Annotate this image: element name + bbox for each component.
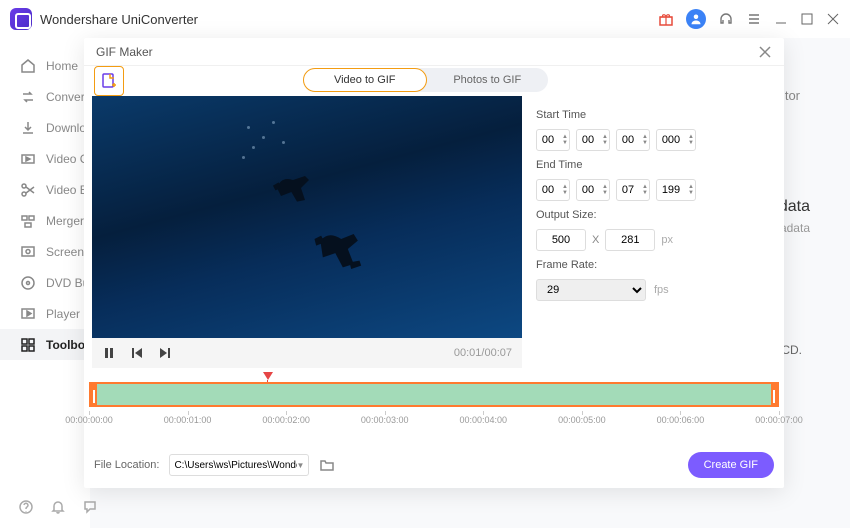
sidebar-label: Home <box>46 59 78 73</box>
sidebar-item-toolbox[interactable]: Toolbox <box>0 329 90 360</box>
sidebar-item-dvd[interactable]: DVD Burner <box>0 267 90 298</box>
stepper-buttons[interactable]: ▲▼ <box>642 134 648 146</box>
sidebar: Home Converter Downloader Video Compress… <box>0 38 90 528</box>
gift-icon[interactable] <box>658 11 674 27</box>
video-preview-area: 00:01/00:07 <box>92 96 522 368</box>
sidebar-item-editor[interactable]: Video Editor <box>0 174 90 205</box>
mode-tabs: Video to GIF Photos to GIF <box>303 68 548 92</box>
timeline-tick-label: 00:00:01:00 <box>164 415 212 425</box>
sidebar-item-downloader[interactable]: Downloader <box>0 112 90 143</box>
backdrop-text: tor <box>785 88 800 103</box>
headset-icon[interactable] <box>718 11 734 27</box>
timeline-tick-label: 00:00:00:00 <box>65 415 113 425</box>
end-time-label: End Time <box>536 159 776 171</box>
stepper-buttons[interactable]: ▲▼ <box>602 134 608 146</box>
file-location-select[interactable]: C:\Users\ws\Pictures\Wonders ▼ <box>169 454 309 476</box>
timeline-track[interactable] <box>89 382 779 407</box>
file-location-path: C:\Users\ws\Pictures\Wonders <box>174 460 296 471</box>
stepper-buttons[interactable]: ▲▼ <box>562 184 568 196</box>
title-bar: Wondershare UniConverter <box>0 0 850 38</box>
timeline: 00:00:00:0000:00:01:0000:00:02:0000:00:0… <box>89 382 779 433</box>
frame-rate-unit: fps <box>654 284 669 296</box>
playback-time: 00:01/00:07 <box>454 347 512 359</box>
timeline-tick-label: 00:00:05:00 <box>558 415 606 425</box>
app-logo-icon <box>10 8 32 30</box>
sidebar-item-merger[interactable]: Merger <box>0 205 90 236</box>
timeline-tick-label: 00:00:02:00 <box>262 415 310 425</box>
size-separator: X <box>592 234 599 246</box>
frame-rate-label: Frame Rate: <box>536 259 776 271</box>
timeline-tick-label: 00:00:06:00 <box>657 415 705 425</box>
help-icon[interactable] <box>18 499 34 520</box>
toolbox-icon <box>20 337 36 353</box>
output-width-input[interactable] <box>536 229 586 251</box>
maximize-button[interactable] <box>800 12 814 26</box>
bell-icon[interactable] <box>50 499 66 520</box>
playhead-icon[interactable] <box>263 372 273 380</box>
sidebar-label: Player <box>46 307 80 321</box>
timeline-tick-label: 00:00:03:00 <box>361 415 409 425</box>
timeline-tick-label: 00:00:04:00 <box>460 415 508 425</box>
compressor-icon <box>20 151 36 167</box>
app-title: Wondershare UniConverter <box>40 12 198 27</box>
merger-icon <box>20 213 36 229</box>
close-modal-button[interactable] <box>758 45 772 59</box>
modal-footer: File Location: C:\Users\ws\Pictures\Wond… <box>94 452 774 478</box>
disc-icon <box>20 275 36 291</box>
size-unit-label: px <box>661 234 673 246</box>
menu-icon[interactable] <box>746 11 762 27</box>
create-gif-button[interactable]: Create GIF <box>688 452 774 478</box>
home-icon <box>20 58 36 74</box>
video-preview[interactable] <box>92 96 522 338</box>
user-avatar-icon[interactable] <box>686 9 706 29</box>
timeline-tick-label: 00:00:07:00 <box>755 415 803 425</box>
start-time-label: Start Time <box>536 109 776 121</box>
recorder-icon <box>20 244 36 260</box>
pause-button[interactable] <box>102 346 116 360</box>
minimize-button[interactable] <box>774 12 788 26</box>
output-height-input[interactable] <box>605 229 655 251</box>
feedback-icon[interactable] <box>82 499 98 520</box>
stepper-buttons[interactable]: ▲▼ <box>688 184 694 196</box>
close-window-button[interactable] <box>826 12 840 26</box>
output-size-label: Output Size: <box>536 209 776 221</box>
gif-settings-panel: Start Time ▲▼ ▲▼ ▲▼ ▲▼ End Time ▲▼ ▲▼ ▲▼… <box>536 103 776 301</box>
chevron-down-icon: ▼ <box>297 461 305 470</box>
sidebar-item-converter[interactable]: Converter <box>0 81 90 112</box>
file-location-label: File Location: <box>94 459 159 471</box>
modal-title: GIF Maker <box>96 45 153 59</box>
status-bar <box>18 499 98 520</box>
sidebar-label: Merger <box>46 214 84 228</box>
sidebar-item-player[interactable]: Player <box>0 298 90 329</box>
timeline-ruler: 00:00:00:0000:00:01:0000:00:02:0000:00:0… <box>89 411 779 433</box>
stepper-buttons[interactable]: ▲▼ <box>562 134 568 146</box>
frame-rate-select[interactable]: 29 <box>536 279 646 301</box>
download-icon <box>20 120 36 136</box>
sidebar-item-recorder[interactable]: Screen Recorder <box>0 236 90 267</box>
prev-frame-button[interactable] <box>130 346 144 360</box>
add-file-button[interactable] <box>94 66 124 96</box>
trim-start-handle[interactable] <box>91 384 97 405</box>
gif-maker-modal: GIF Maker Video to GIF Photos to GIF 00:… <box>84 38 784 488</box>
tab-photos-to-gif[interactable]: Photos to GIF <box>427 68 549 92</box>
converter-icon <box>20 89 36 105</box>
open-folder-button[interactable] <box>319 457 335 473</box>
stepper-buttons[interactable]: ▲▼ <box>602 184 608 196</box>
sidebar-item-compressor[interactable]: Video Compressor <box>0 143 90 174</box>
trim-end-handle[interactable] <box>771 384 777 405</box>
play-icon <box>20 306 36 322</box>
stepper-buttons[interactable]: ▲▼ <box>642 184 648 196</box>
backdrop-cd-text: CD. <box>781 343 802 357</box>
next-frame-button[interactable] <box>158 346 172 360</box>
tab-video-to-gif[interactable]: Video to GIF <box>303 68 427 92</box>
scissors-icon <box>20 182 36 198</box>
stepper-buttons[interactable]: ▲▼ <box>688 134 694 146</box>
sidebar-item-home[interactable]: Home <box>0 50 90 81</box>
